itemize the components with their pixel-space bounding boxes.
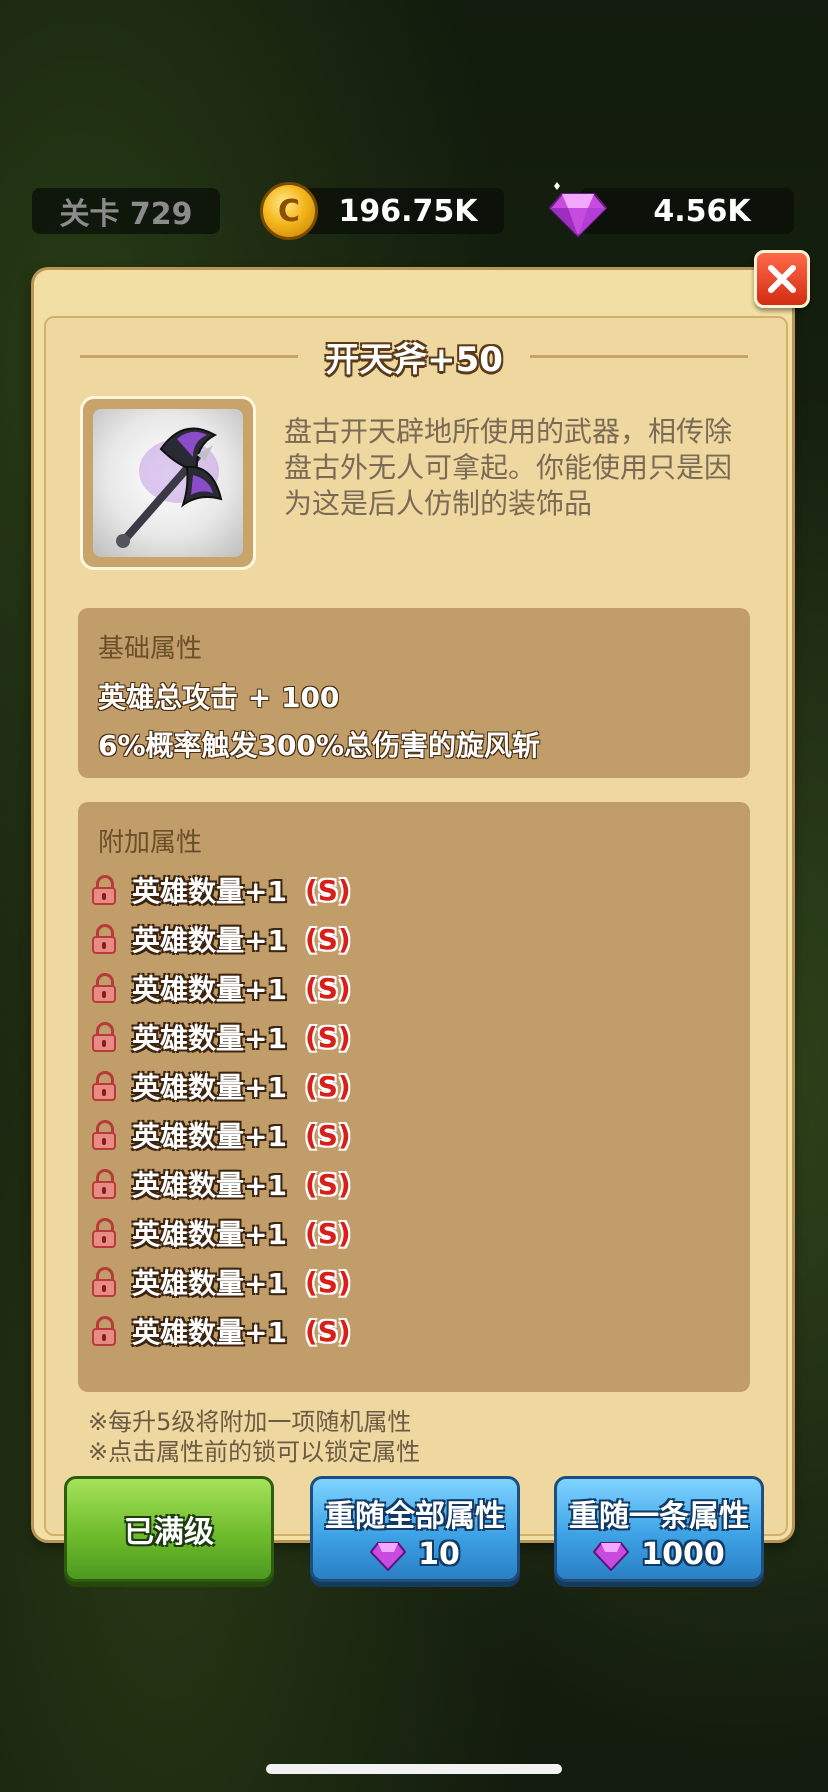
level-indicator: 关卡 729 [32, 188, 220, 234]
attribute-grade: (S) [304, 922, 351, 956]
attribute-text: 英雄数量+1 [132, 1218, 287, 1251]
attribute-row: 英雄数量+1 (S) [92, 968, 351, 1008]
close-button[interactable] [754, 250, 810, 308]
lock-icon[interactable] [92, 1169, 116, 1199]
lock-icon[interactable] [92, 1022, 116, 1052]
gem-icon [593, 1541, 630, 1571]
extra-attributes-heading: 附加属性 [98, 828, 203, 858]
attribute-grade: (S) [304, 1265, 351, 1299]
axe-icon [116, 427, 223, 548]
reroll-all-button[interactable]: 重随全部属性 10 [310, 1476, 520, 1582]
reroll-all-cost: 10 [418, 1537, 460, 1572]
attribute-grade: (S) [304, 873, 351, 907]
gem-counter: 4.56K [580, 188, 794, 234]
reroll-one-label: 重随一条属性 [569, 1499, 749, 1534]
attribute-row: 英雄数量+1 (S) [92, 1213, 351, 1253]
item-title: 开天斧+50 [325, 340, 503, 380]
attribute-grade: (S) [304, 1118, 351, 1152]
attribute-text: 英雄数量+1 [132, 924, 287, 957]
attribute-row: 英雄数量+1 (S) [92, 870, 351, 910]
reroll-one-button[interactable]: 重随一条属性 1000 [554, 1476, 764, 1582]
attribute-grade: (S) [304, 1069, 351, 1103]
lock-icon[interactable] [92, 1316, 116, 1346]
lock-icon[interactable] [92, 1120, 116, 1150]
attribute-row: 英雄数量+1 (S) [92, 1017, 351, 1057]
reroll-all-label: 重随全部属性 [325, 1499, 505, 1534]
gem-icon [370, 1541, 407, 1571]
coin-icon: C [260, 182, 318, 240]
reroll-one-cost: 1000 [641, 1537, 725, 1572]
attribute-row: 英雄数量+1 (S) [92, 919, 351, 959]
lock-icon[interactable] [92, 1267, 116, 1297]
attribute-row: 英雄数量+1 (S) [92, 1066, 351, 1106]
home-indicator[interactable] [266, 1764, 562, 1774]
max-level-button[interactable]: 已满级 [64, 1476, 274, 1582]
attribute-text: 英雄数量+1 [132, 1071, 287, 1104]
attribute-grade: (S) [304, 1314, 351, 1348]
base-attributes-section: 基础属性 英雄总攻击 + 100 6%概率触发300%总伤害的旋风斩 [78, 608, 750, 778]
lock-icon[interactable] [92, 924, 116, 954]
base-attributes-heading: 基础属性 [98, 634, 203, 664]
lock-icon[interactable] [92, 1218, 116, 1248]
attribute-row: 英雄数量+1 (S) [92, 1262, 351, 1302]
close-icon [768, 265, 796, 293]
attribute-text: 英雄数量+1 [132, 1022, 287, 1055]
max-level-label: 已满级 [124, 1515, 214, 1550]
item-description: 盘古开天辟地所使用的武器，相传除盘古外无人可拿起。你能使用只是因为这是后人仿制的… [284, 415, 733, 520]
attribute-row: 英雄数量+1 (S) [92, 1115, 351, 1155]
gem-icon [548, 182, 608, 238]
note-lock-rule: ※点击属性前的锁可以锁定属性 [88, 1438, 421, 1466]
item-icon-frame [80, 396, 256, 570]
lock-icon[interactable] [92, 973, 116, 1003]
attribute-row: 英雄数量+1 (S) [92, 1164, 351, 1204]
attribute-text: 英雄数量+1 [132, 1267, 287, 1300]
attribute-text: 英雄数量+1 [132, 1120, 287, 1153]
attribute-grade: (S) [304, 1167, 351, 1201]
attribute-text: 英雄数量+1 [132, 875, 287, 908]
attribute-text: 英雄数量+1 [132, 1169, 287, 1202]
base-stat-attack: 英雄总攻击 + 100 [98, 681, 340, 714]
attribute-grade: (S) [304, 971, 351, 1005]
lock-icon[interactable] [92, 1071, 116, 1101]
attribute-row: 英雄数量+1 (S) [92, 1311, 351, 1351]
base-stat-whirlwind: 6%概率触发300%总伤害的旋风斩 [98, 729, 541, 762]
attribute-text: 英雄数量+1 [132, 973, 287, 1006]
lock-icon[interactable] [92, 875, 116, 905]
attribute-grade: (S) [304, 1020, 351, 1054]
attribute-grade: (S) [304, 1216, 351, 1250]
attribute-text: 英雄数量+1 [132, 1316, 287, 1349]
